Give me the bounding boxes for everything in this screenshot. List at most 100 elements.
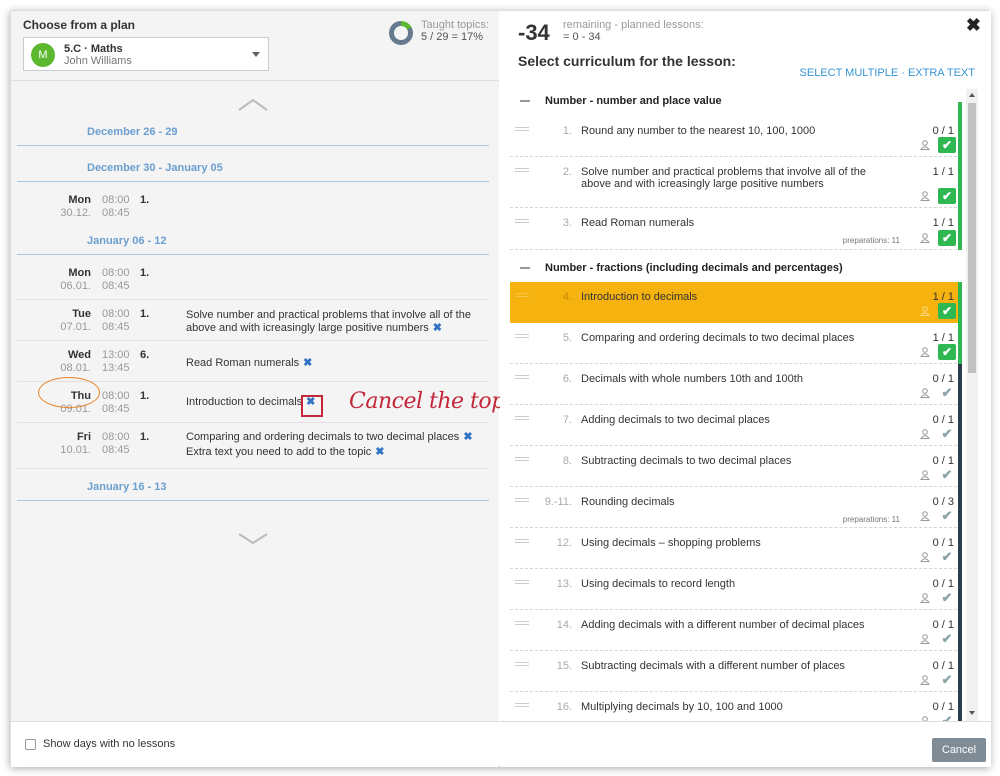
item-count: 0 / 1 <box>932 414 954 426</box>
chevron-up-icon[interactable] <box>238 96 268 112</box>
status-bar <box>958 651 962 692</box>
curriculum-item-selected[interactable]: 4. Introduction to decimals 1 / 1 ✔ <box>510 282 962 323</box>
plan-select[interactable]: M 5.C · Maths John Williams <box>23 37 269 71</box>
check-icon[interactable]: ✔ <box>938 188 956 204</box>
drag-handle-icon[interactable] <box>515 457 529 461</box>
day-row: Tue 07.01. 08:00 08:45 1. Solve number a… <box>17 300 489 341</box>
show-days-checkbox[interactable] <box>25 739 36 750</box>
check-icon[interactable]: ✔ <box>938 426 956 442</box>
curriculum-item[interactable]: 6. Decimals with whole numbers 10th and … <box>510 364 962 405</box>
drag-handle-icon[interactable] <box>515 416 529 420</box>
check-icon[interactable]: ✔ <box>938 303 956 319</box>
item-name: Subtracting decimals to two decimal plac… <box>581 455 792 467</box>
drag-handle-icon[interactable] <box>515 703 529 707</box>
lesson-number: 1. <box>140 308 150 320</box>
status-bar <box>958 282 962 323</box>
curriculum-item[interactable]: 3. Read Roman numerals 1 / 1 preparation… <box>510 208 962 250</box>
category-title: Number - number and place value <box>545 95 722 107</box>
week-header: January 06 - 12 <box>17 235 489 255</box>
check-icon[interactable]: ✔ <box>938 713 956 721</box>
remove-topic-icon[interactable]: ✖ <box>303 357 312 369</box>
scroll-up-icon[interactable] <box>969 93 975 97</box>
user-icon <box>920 470 930 480</box>
drag-handle-icon[interactable] <box>515 498 529 502</box>
curriculum-links: SELECT MULTIPLE · EXTRA TEXT <box>800 67 975 79</box>
curriculum-item[interactable]: 13. Using decimals to record length 0 / … <box>510 569 962 610</box>
remove-topic-icon[interactable]: ✖ <box>433 322 442 334</box>
week-header: December 26 - 29 <box>17 126 489 146</box>
remove-topic-icon[interactable]: ✖ <box>463 431 472 443</box>
item-number: 8. <box>562 455 572 467</box>
remove-topic-icon[interactable]: ✖ <box>375 446 384 458</box>
item-number: 7. <box>562 414 572 426</box>
status-bar <box>958 610 962 651</box>
curriculum-item[interactable]: 16. Multiplying decimals by 10, 100 and … <box>510 692 962 721</box>
topic-text: Solve number and practical problems that… <box>186 309 471 334</box>
close-icon[interactable]: ✖ <box>966 15 981 36</box>
select-multiple-link[interactable]: SELECT MULTIPLE <box>800 67 899 79</box>
check-icon[interactable]: ✔ <box>938 230 956 246</box>
curriculum-item[interactable]: 14. Adding decimals with a different num… <box>510 610 962 651</box>
category-header[interactable]: Number - number and place value <box>510 89 965 113</box>
user-icon <box>920 388 930 398</box>
collapse-icon[interactable] <box>520 100 530 102</box>
user-icon <box>920 511 930 521</box>
curriculum-item[interactable]: 2. Solve number and practical problems t… <box>510 157 962 208</box>
curriculum-item[interactable]: 15. Subtracting decimals with a differen… <box>510 651 962 692</box>
item-name: Using decimals to record length <box>581 578 736 590</box>
chevron-down-icon <box>252 52 260 57</box>
drag-handle-icon[interactable] <box>515 621 529 625</box>
check-icon[interactable]: ✔ <box>938 631 956 647</box>
check-icon[interactable]: ✔ <box>938 344 956 360</box>
drag-handle-icon[interactable] <box>515 127 529 131</box>
cancel-button[interactable]: Cancel <box>932 738 986 762</box>
lesson-start: 08:00 <box>102 194 130 206</box>
item-number: 2. <box>562 166 572 178</box>
check-icon[interactable]: ✔ <box>938 549 956 565</box>
scroll-down-icon[interactable] <box>969 711 975 715</box>
user-icon <box>920 140 930 150</box>
scrollbar[interactable] <box>966 89 978 721</box>
day-row: Wed 08.01. 13:00 13:45 6. Read Roman num… <box>17 341 489 382</box>
lesson-number: 1. <box>140 431 150 443</box>
item-count: 1 / 1 <box>932 166 954 178</box>
curriculum-item[interactable]: 5. Comparing and ordering decimals to tw… <box>510 323 962 364</box>
drag-handle-icon[interactable] <box>515 334 529 338</box>
week-header: December 30 - January 05 <box>17 162 489 182</box>
extra-text-link[interactable]: EXTRA TEXT <box>908 67 975 79</box>
item-count: 1 / 1 <box>932 217 954 229</box>
curriculum-item[interactable]: 8. Subtracting decimals to two decimal p… <box>510 446 962 487</box>
lesson-start: 13:00 <box>102 349 130 361</box>
curriculum-item[interactable]: 7. Adding decimals to two decimal places… <box>510 405 962 446</box>
day-name: Fri <box>76 431 91 443</box>
lesson-start: 08:00 <box>102 390 130 402</box>
scrollbar-thumb[interactable] <box>968 103 976 373</box>
drag-handle-icon[interactable] <box>515 580 529 584</box>
drag-handle-icon[interactable] <box>515 539 529 543</box>
category-header[interactable]: Number - fractions (including decimals a… <box>510 256 965 280</box>
drag-handle-icon[interactable] <box>515 662 529 666</box>
item-count: 1 / 1 <box>932 332 954 344</box>
check-icon[interactable]: ✔ <box>938 385 956 401</box>
link-separator: · <box>901 67 905 79</box>
drag-handle-icon[interactable] <box>515 293 529 297</box>
collapse-icon[interactable] <box>520 267 530 269</box>
check-icon[interactable]: ✔ <box>938 467 956 483</box>
check-icon[interactable]: ✔ <box>938 137 956 153</box>
drag-handle-icon[interactable] <box>515 168 529 172</box>
chevron-down-icon[interactable] <box>238 531 268 547</box>
drag-handle-icon[interactable] <box>515 375 529 379</box>
curriculum-item[interactable]: 1. Round any number to the nearest 10, 1… <box>510 102 962 158</box>
drag-handle-icon[interactable] <box>515 219 529 223</box>
check-icon[interactable]: ✔ <box>938 590 956 606</box>
item-number: 13. <box>556 578 572 590</box>
check-icon[interactable]: ✔ <box>938 672 956 688</box>
status-bar <box>958 487 962 528</box>
curriculum-item[interactable]: 12. Using decimals – shopping problems 0… <box>510 528 962 569</box>
status-bar <box>958 692 962 721</box>
plan-header: Choose from a plan M 5.C · Maths John Wi… <box>11 11 499 81</box>
curriculum-item[interactable]: 9.-11. Rounding decimals 0 / 3 preparati… <box>510 487 962 528</box>
check-icon[interactable]: ✔ <box>938 508 956 524</box>
lesson-start: 08:00 <box>102 267 130 279</box>
day-name: Mon <box>68 194 91 206</box>
